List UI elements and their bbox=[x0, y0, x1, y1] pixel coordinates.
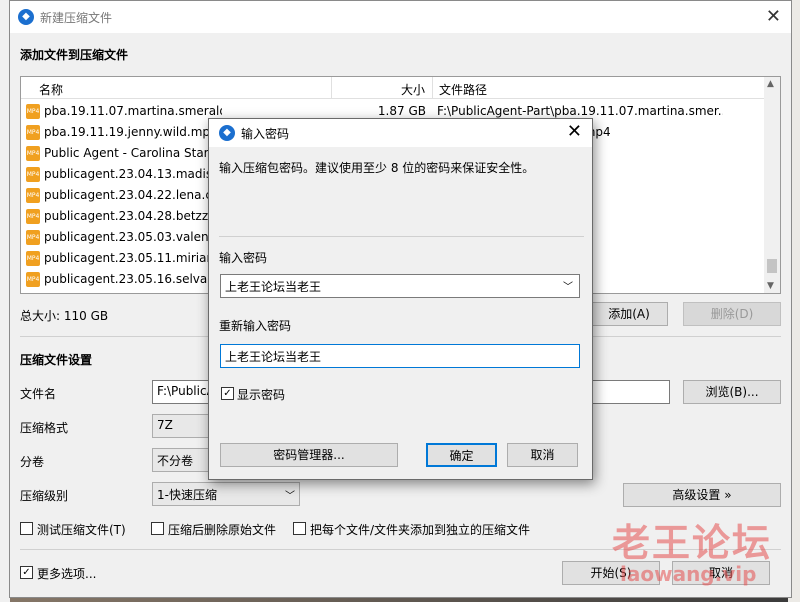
repassword-label: 重新输入密码 bbox=[219, 319, 292, 333]
file-size: 1.87 GB bbox=[377, 104, 426, 118]
ok-button[interactable]: 确定 bbox=[426, 443, 497, 467]
mp4-file-icon: MP4 bbox=[26, 146, 40, 161]
format-select[interactable]: 7Z bbox=[152, 414, 212, 438]
each-separate-checkbox[interactable] bbox=[293, 522, 306, 535]
section-header: 添加文件到压缩文件 bbox=[20, 48, 129, 62]
mp4-file-icon: MP4 bbox=[26, 251, 40, 266]
list-header: 名称 大小 文件路径 bbox=[21, 77, 766, 99]
dialog-title: 输入密码 bbox=[241, 127, 290, 141]
scroll-down-icon[interactable]: ▼ bbox=[767, 281, 774, 291]
vertical-scrollbar[interactable]: ▲ ▼ bbox=[764, 77, 780, 293]
delete-after-checkbox[interactable] bbox=[151, 522, 164, 535]
file-name: publicagent.23.05.11.miriam.... bbox=[44, 251, 222, 265]
app-icon: ◆ bbox=[219, 125, 235, 141]
col-path[interactable]: 文件路径 bbox=[439, 81, 487, 98]
more-options-checkbox[interactable]: ✓ bbox=[20, 566, 33, 579]
password-input[interactable]: 上老王论坛当老王 ﹀ bbox=[220, 274, 580, 298]
scroll-up-icon[interactable]: ▲ bbox=[767, 79, 774, 89]
mp4-file-icon: MP4 bbox=[26, 188, 40, 203]
password-manager-button[interactable]: 密码管理器... bbox=[220, 443, 398, 467]
file-name: publicagent.23.04.28.betzz.m... bbox=[44, 209, 222, 223]
file-name: pba.19.11.07.martina.smeraldi.mp4 bbox=[44, 104, 222, 118]
level-label: 压缩级别 bbox=[20, 489, 69, 503]
format-label: 压缩格式 bbox=[20, 421, 69, 435]
chevron-down-icon: ﹀ bbox=[285, 491, 295, 502]
dialog-title-bar: ◆ 输入密码 ✕ bbox=[209, 119, 592, 147]
show-password-label: 显示密码 bbox=[237, 388, 286, 402]
file-name: publicagent.23.04.22.lena.co... bbox=[44, 188, 222, 202]
delete-button[interactable]: 删除(D) bbox=[683, 302, 781, 326]
file-name: pba.19.11.19.jenny.wild.mp4 bbox=[44, 125, 218, 139]
watermark-text: 老王论坛 bbox=[612, 521, 773, 565]
each-separate-label: 把每个文件/文件夹添加到独立的压缩文件 bbox=[310, 523, 531, 537]
file-name: publicagent.23.05.16.selva.la... bbox=[44, 272, 222, 286]
settings-title: 压缩文件设置 bbox=[20, 353, 93, 367]
password-value: 上老王论坛当老王 bbox=[225, 280, 322, 294]
dialog-close-icon[interactable]: ✕ bbox=[567, 121, 582, 142]
test-archive-checkbox[interactable] bbox=[20, 522, 33, 535]
more-options-label: 更多选项... bbox=[37, 567, 97, 581]
mp4-file-icon: MP4 bbox=[26, 167, 40, 182]
password-label: 输入密码 bbox=[219, 251, 268, 265]
title-bar: ◆ 新建压缩文件 ✕ bbox=[10, 1, 791, 33]
format-value: 7Z bbox=[157, 418, 173, 432]
split-select[interactable]: 不分卷 bbox=[152, 448, 212, 472]
browse-button[interactable]: 浏览(B)... bbox=[683, 380, 781, 404]
close-icon[interactable]: ✕ bbox=[766, 6, 781, 27]
scroll-thumb[interactable] bbox=[767, 259, 777, 273]
dialog-cancel-button[interactable]: 取消 bbox=[507, 443, 578, 467]
watermark-url: laowang.vip bbox=[620, 562, 757, 586]
mp4-file-icon: MP4 bbox=[26, 104, 40, 119]
show-password-checkbox[interactable]: ✓ bbox=[221, 387, 234, 400]
mp4-file-icon: MP4 bbox=[26, 125, 40, 140]
test-archive-label: 测试压缩文件(T) bbox=[37, 523, 126, 537]
chevron-down-icon[interactable]: ﹀ bbox=[563, 278, 573, 293]
mp4-file-icon: MP4 bbox=[26, 209, 40, 224]
dialog-description: 输入压缩包密码。建议使用至少 8 位的密码来保证安全性。 bbox=[219, 161, 535, 175]
file-name: publicagent.23.05.03.valentin... bbox=[44, 230, 222, 244]
split-label: 分卷 bbox=[20, 455, 45, 469]
delete-after-label: 压缩后删除原始文件 bbox=[168, 523, 277, 537]
mp4-file-icon: MP4 bbox=[26, 230, 40, 245]
file-path: F:\PublicAgent-Part\pba.19.11.07.martina… bbox=[437, 104, 723, 118]
mp4-file-icon: MP4 bbox=[26, 272, 40, 287]
filename-label: 文件名 bbox=[20, 387, 57, 401]
file-name: publicagent.23.04.13.madiso... bbox=[44, 167, 222, 181]
total-size: 总大小: 110 GB bbox=[20, 309, 109, 323]
level-value: 1-快速压缩 bbox=[157, 488, 217, 502]
split-value: 不分卷 bbox=[157, 454, 194, 468]
app-icon: ◆ bbox=[18, 9, 34, 25]
window-title: 新建压缩文件 bbox=[40, 11, 113, 25]
advanced-settings-button[interactable]: 高级设置 » bbox=[623, 483, 781, 507]
level-select[interactable]: 1-快速压缩 ﹀ bbox=[152, 482, 300, 506]
password-dialog: ◆ 输入密码 ✕ 输入压缩包密码。建议使用至少 8 位的密码来保证安全性。 输入… bbox=[208, 118, 593, 480]
add-button[interactable]: 添加(A) bbox=[590, 302, 668, 326]
repassword-input[interactable]: 上老王论坛当老王 bbox=[220, 344, 580, 368]
col-name[interactable]: 名称 bbox=[39, 81, 63, 98]
col-size[interactable]: 大小 bbox=[401, 81, 425, 98]
file-name: Public Agent - Carolina Star ... bbox=[44, 146, 222, 160]
